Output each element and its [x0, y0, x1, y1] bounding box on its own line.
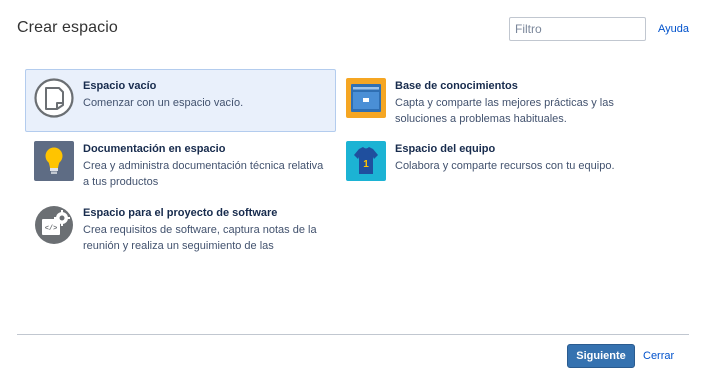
- option-description: Comenzar con un espacio vacío.: [83, 97, 244, 109]
- option-name: Espacio para el proyecto de software: [83, 207, 278, 219]
- option-description: Capta y comparte las mejores prácticas y…: [395, 97, 614, 125]
- footer-divider: [17, 334, 689, 335]
- option-name: Base de conocimientos: [395, 80, 518, 92]
- lightbulb-icon: [34, 141, 74, 181]
- next-button[interactable]: Siguiente: [567, 344, 635, 368]
- option-description: Crea requisitos de software, captura not…: [83, 224, 317, 252]
- option-name: Documentación en espacio: [83, 143, 226, 155]
- svg-text:</>: </>: [45, 225, 58, 233]
- filter-input[interactable]: [509, 17, 646, 41]
- help-link[interactable]: Ayuda: [658, 23, 689, 35]
- option-documentation-space[interactable]: Documentación en espacio Crea y administ…: [25, 132, 336, 195]
- option-software-project-space[interactable]: </> Espacio para el proyecto de software…: [25, 196, 336, 259]
- svg-text:1: 1: [363, 159, 369, 170]
- close-link[interactable]: Cerrar: [643, 350, 674, 362]
- knowledge-base-icon: [346, 78, 386, 118]
- option-description: Colabora y comparte recursos con tu equi…: [395, 160, 615, 172]
- option-name: Espacio del equipo: [395, 143, 496, 155]
- blank-page-icon: [34, 78, 74, 118]
- dialog-header: Crear espacio Ayuda: [0, 0, 706, 60]
- option-name: Espacio vacío: [83, 80, 157, 92]
- option-description: Crea y administra documentación técnica …: [83, 160, 324, 188]
- option-blank-space[interactable]: Espacio vacío Comenzar con un espacio va…: [25, 69, 336, 132]
- team-jersey-icon: 1: [346, 141, 386, 181]
- option-team-space[interactable]: 1 Espacio del equipo Colabora y comparte…: [337, 132, 677, 195]
- dialog-title: Crear espacio: [17, 19, 118, 36]
- software-gear-icon: </>: [34, 205, 74, 245]
- option-knowledge-base[interactable]: Base de conocimientos Capta y comparte l…: [337, 69, 677, 132]
